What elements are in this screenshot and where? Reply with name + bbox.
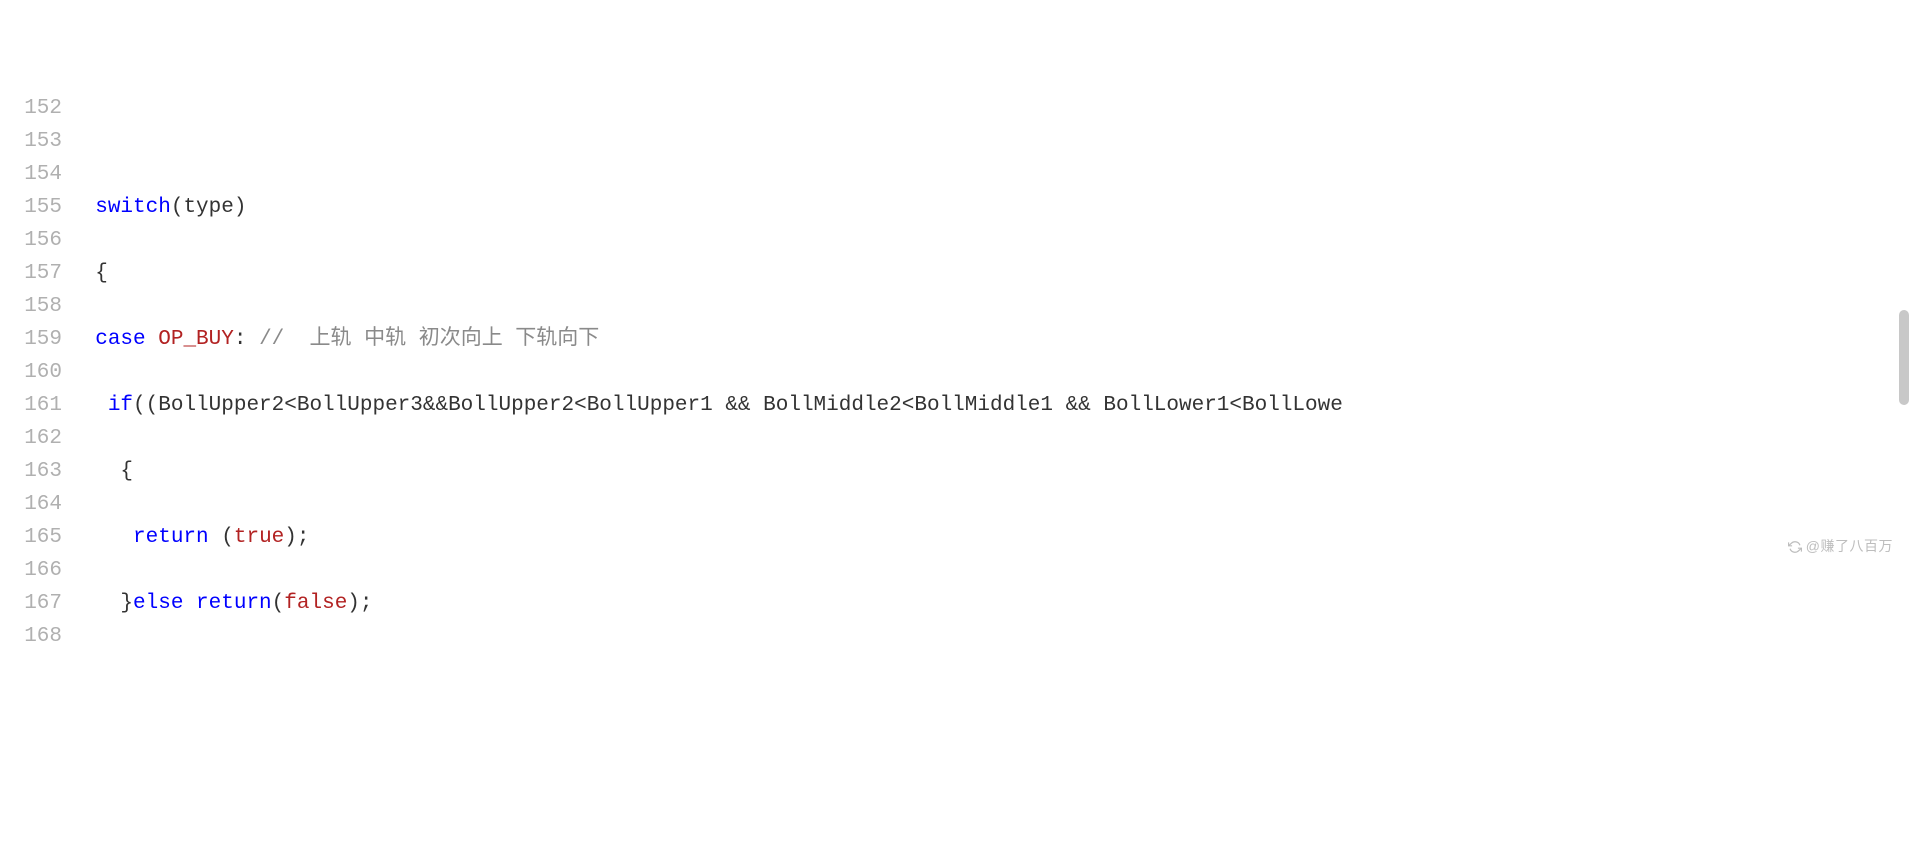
code-line: return (true); — [70, 521, 1911, 554]
code-line: break; — [70, 653, 1911, 656]
line-number: 160 — [0, 356, 62, 389]
line-number: 154 — [0, 158, 62, 191]
line-number: 157 — [0, 257, 62, 290]
line-number: 166 — [0, 554, 62, 587]
code-line: }else return(false); — [70, 587, 1911, 620]
line-number: 162 — [0, 422, 62, 455]
code-line: case OP_BUY: // 上轨 中轨 初次向上 下轨向下 — [70, 323, 1911, 356]
line-number-gutter: 1521531541551561571581591601611621631641… — [0, 92, 70, 656]
line-number: 167 — [0, 587, 62, 620]
code-line: if((BollUpper2<BollUpper3&&BollUpper2<Bo… — [70, 389, 1911, 422]
watermark: @赚了八百万 — [1779, 520, 1893, 556]
line-number: 163 — [0, 455, 62, 488]
line-number: 158 — [0, 290, 62, 323]
code-editor: 1521531541551561571581591601611621631641… — [0, 92, 1911, 656]
vertical-scrollbar-thumb[interactable] — [1899, 310, 1909, 405]
code-area[interactable]: switch(type) { case OP_BUY: // 上轨 中轨 初次向… — [70, 92, 1911, 656]
line-number: 168 — [0, 620, 62, 653]
line-number: 159 — [0, 323, 62, 356]
watermark-text: @赚了八百万 — [1806, 538, 1893, 554]
code-line: { — [70, 455, 1911, 488]
code-line: { — [70, 257, 1911, 290]
line-number: 152 — [0, 92, 62, 125]
line-number: 164 — [0, 488, 62, 521]
line-number: 165 — [0, 521, 62, 554]
refresh-icon — [1788, 540, 1802, 554]
line-number: 156 — [0, 224, 62, 257]
line-number: 161 — [0, 389, 62, 422]
line-number: 155 — [0, 191, 62, 224]
code-line: switch(type) — [70, 191, 1911, 224]
line-number: 153 — [0, 125, 62, 158]
code-line — [70, 125, 1911, 158]
